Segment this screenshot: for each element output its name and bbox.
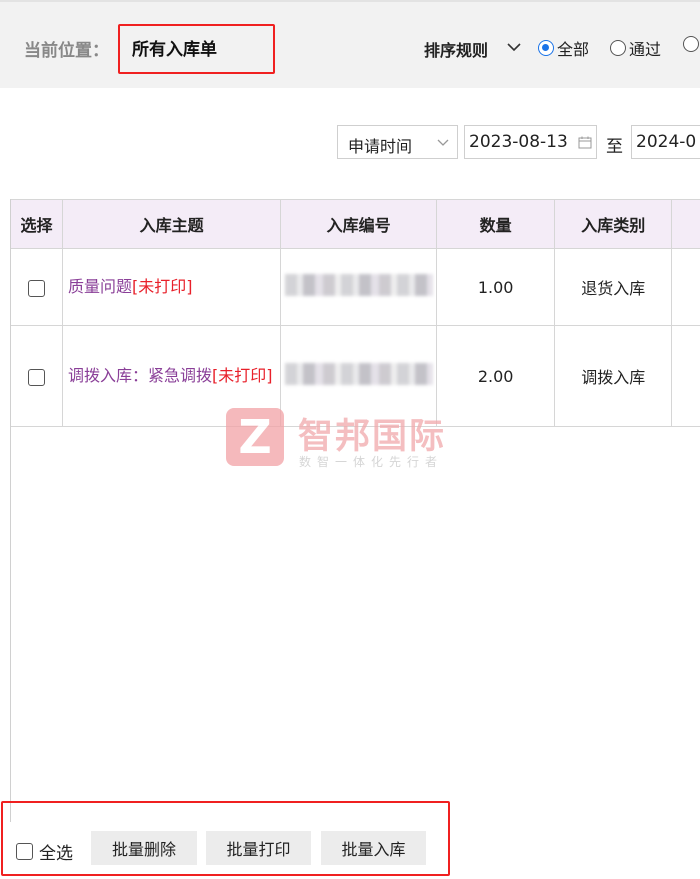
radio-approved-label: 通过 [629, 40, 662, 59]
subject-cell[interactable]: 质量问题[未打印] [62, 248, 282, 326]
radio-all-label: 全部 [557, 40, 590, 59]
radio-button-icon[interactable] [683, 36, 699, 52]
row-checkbox[interactable] [28, 368, 46, 386]
unprinted-tag: [未打印] [132, 277, 193, 296]
redacted-number [284, 363, 433, 385]
start-date-input[interactable]: 2023-08-13 [464, 125, 597, 159]
radio-all[interactable]: 全部 [538, 36, 589, 60]
end-date-input[interactable]: 2024-0 [631, 125, 700, 159]
row-select-cell [11, 248, 64, 326]
extra-cell [671, 325, 700, 427]
unprinted-tag: [未打印] [212, 366, 273, 385]
zhibang-logo-icon: Z [226, 408, 284, 466]
column-header-subject: 入库主题 [62, 199, 282, 249]
category-cell: 调拨入库 [554, 325, 673, 427]
radio-approved[interactable]: 通过 [610, 36, 661, 60]
quantity-cell: 1.00 [436, 248, 556, 326]
redacted-number [284, 274, 433, 296]
calendar-icon[interactable] [578, 136, 592, 149]
row-select-cell [11, 325, 64, 427]
number-cell [280, 248, 437, 326]
chevron-down-icon[interactable] [506, 40, 522, 54]
date-field-value: 申请时间 [348, 137, 413, 156]
sort-rule-label[interactable]: 排序规则 [424, 37, 488, 61]
highlight-box-location [118, 24, 275, 74]
radio-button-icon[interactable] [610, 40, 626, 56]
table-header-row: 选择 入库主题 入库编号 数量 入库类别 [11, 199, 700, 249]
start-date-value: 2023-08-13 [469, 132, 568, 152]
receipt-table-container: 选择 入库主题 入库编号 数量 入库类别 质量问题[未打印] 1.00 退货入库 [10, 199, 700, 829]
column-header-select: 选择 [11, 199, 64, 249]
column-header-number: 入库编号 [280, 199, 437, 249]
receipt-table: 选择 入库主题 入库编号 数量 入库类别 质量问题[未打印] 1.00 退货入库 [11, 199, 700, 427]
watermark-subtitle: 数智一体化先行者 [299, 455, 444, 469]
radio-other[interactable] [683, 36, 700, 52]
row-checkbox[interactable] [28, 279, 46, 297]
top-bar: 当前位置： 所有入库单 排序规则 全部 通过 [0, 0, 700, 88]
column-header-category: 入库类别 [554, 199, 673, 249]
date-range-separator: 至 [606, 137, 623, 157]
end-date-value: 2024-0 [636, 132, 697, 152]
watermark-title: 智邦国际 [298, 417, 447, 457]
highlight-box-actions [1, 801, 450, 876]
column-header-extra [671, 199, 700, 249]
category-cell: 退货入库 [554, 248, 673, 326]
subject-link[interactable]: 调拨入库：紧急调拨 [68, 366, 212, 385]
subject-link[interactable]: 质量问题 [68, 277, 132, 296]
radio-button-icon[interactable] [538, 40, 554, 56]
column-header-quantity: 数量 [436, 199, 556, 249]
chevron-down-icon [437, 139, 449, 146]
table-row[interactable]: 质量问题[未打印] 1.00 退货入库 [11, 248, 700, 326]
date-field-select[interactable]: 申请时间 [337, 125, 458, 159]
watermark: Z 智邦国际 数智一体化先行者 [226, 408, 486, 472]
extra-cell [671, 248, 700, 326]
location-label: 当前位置： [24, 41, 109, 61]
